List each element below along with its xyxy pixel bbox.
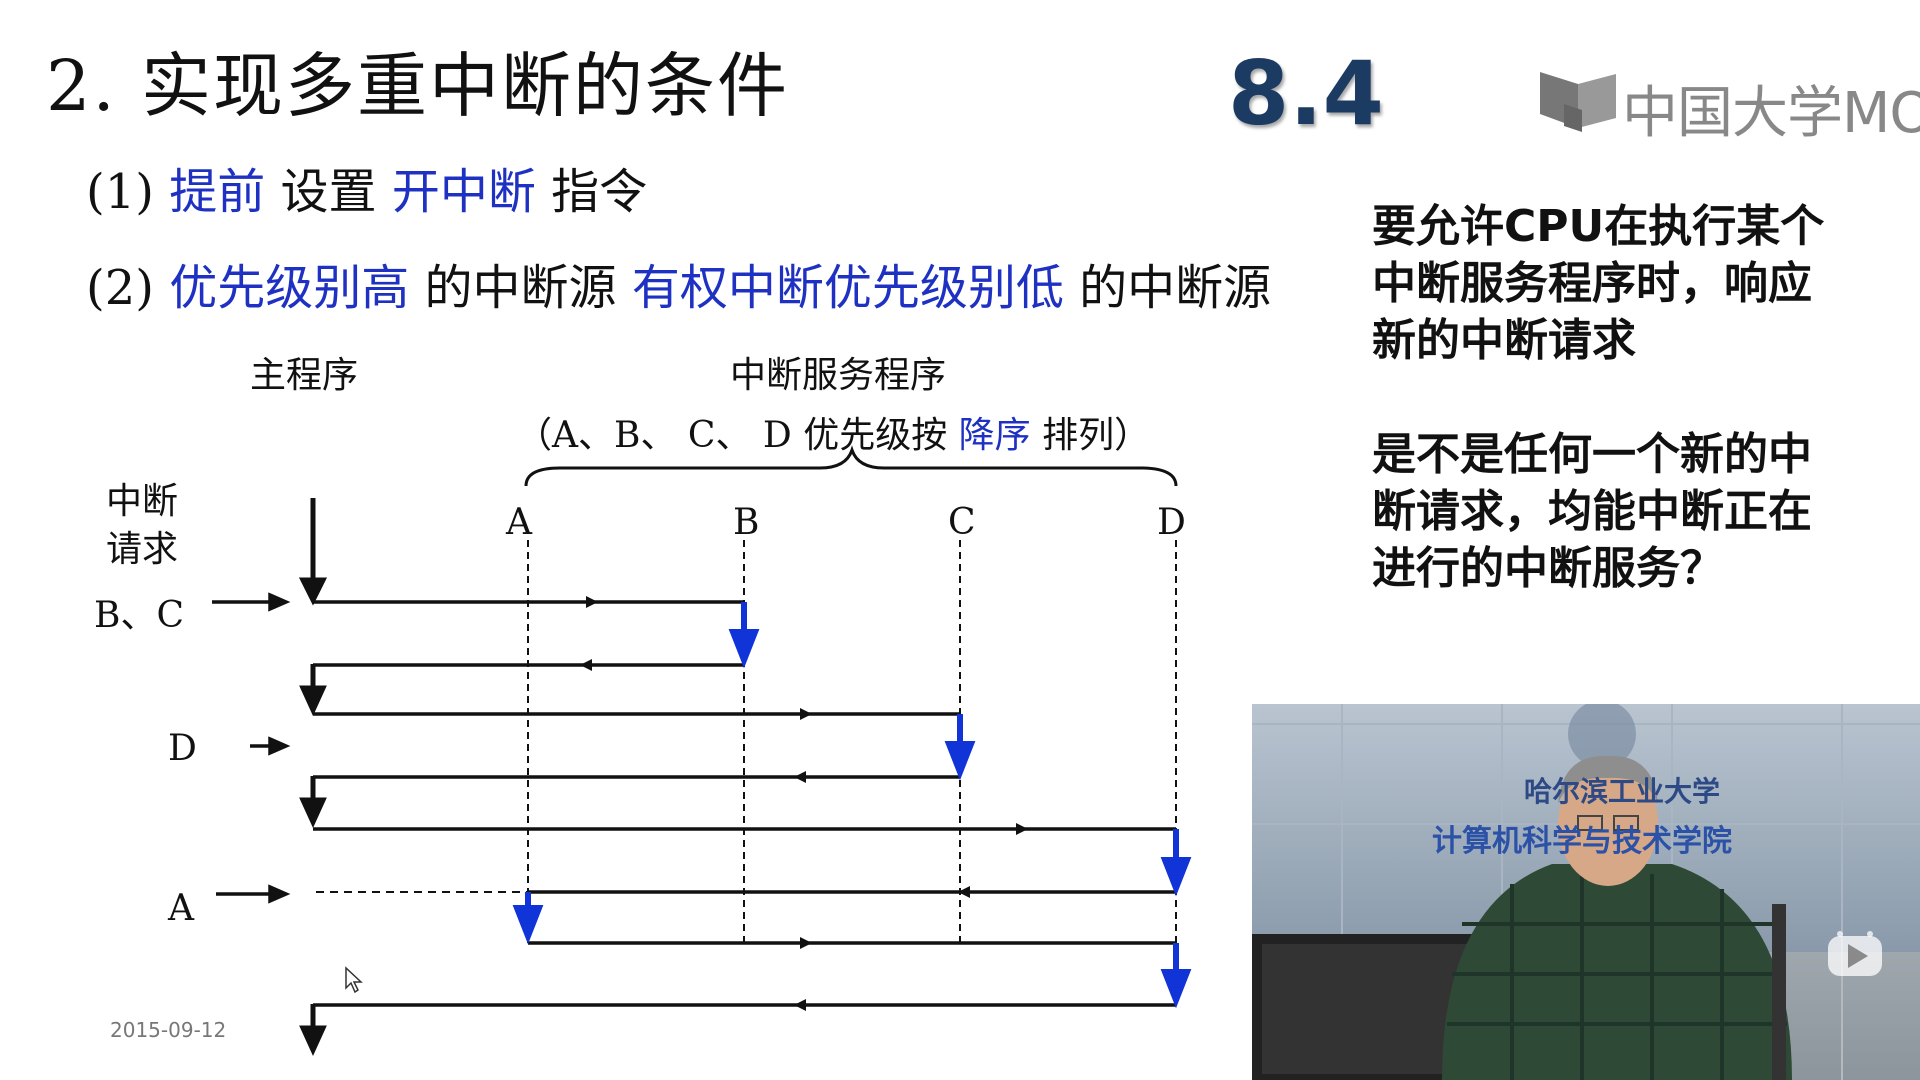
lecturer-video[interactable]: 哈尔滨工业大学 计算机科学与技术学院: [1252, 704, 1920, 1080]
play-icon[interactable]: [1826, 930, 1886, 980]
side-note-2-line-1: 是不是任何一个新的中: [1372, 429, 1812, 480]
side-note-2-line-3: 进行的中断服务？: [1372, 543, 1724, 594]
mooc-logo: 中国大学MOOC: [1538, 66, 1920, 146]
mouse-cursor-icon: [345, 966, 363, 994]
mooc-logo-icon: [1540, 72, 1616, 132]
side-note-1: 要允许CPU在执行某个 中断服务程序时，响应 新的中断请求: [1372, 198, 1892, 369]
side-note-1-line-3: 新的中断请求: [1372, 315, 1636, 366]
side-note-1-line-1: 要允许CPU在执行某个: [1372, 201, 1825, 252]
slide-date: 2015-09-12: [110, 1018, 227, 1042]
side-note-2-line-2: 断请求，均能中断正在: [1372, 486, 1812, 537]
video-frame: [1252, 704, 1920, 1080]
side-note-1-line-2: 中断服务程序时，响应: [1372, 258, 1812, 309]
wall-text-1: 哈尔滨工业大学: [1524, 775, 1721, 808]
isr-brace: [524, 445, 1178, 487]
interrupt-nesting-diagram: [212, 445, 1192, 1057]
logo-text: 中国大学MOOC: [1622, 81, 1920, 146]
side-note-2: 是不是任何一个新的中 断请求，均能中断正在 进行的中断服务？: [1372, 426, 1892, 597]
wall-text-2: 计算机科学与技术学院: [1432, 824, 1732, 859]
